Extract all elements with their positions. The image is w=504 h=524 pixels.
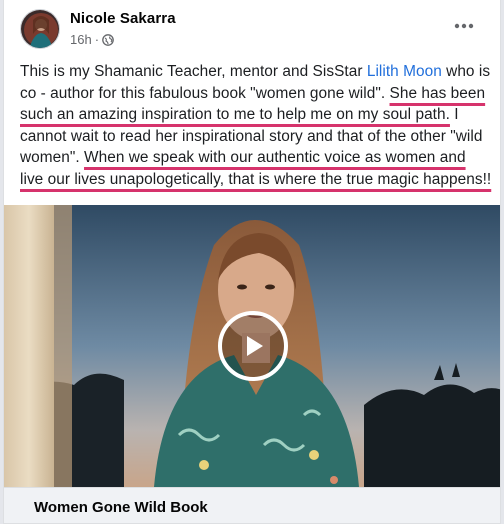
post-timestamp[interactable]: 16h xyxy=(70,32,92,47)
link-preview-title[interactable]: Women Gone Wild Book xyxy=(34,499,208,516)
author-name[interactable]: Nicole Sakarra xyxy=(70,10,176,27)
avatar[interactable] xyxy=(20,9,60,49)
tagged-user-link[interactable]: Lilith Moon xyxy=(367,63,442,80)
meta-separator: · xyxy=(94,32,100,47)
play-icon[interactable] xyxy=(218,311,288,381)
underlined-text: When we speak with our authentic voice a… xyxy=(20,149,492,188)
globe-icon[interactable] xyxy=(102,33,114,46)
post-body: This is my Shamanic Teacher, mentor and … xyxy=(20,61,492,191)
post-meta: 16h · xyxy=(70,32,114,47)
link-preview[interactable]: Women Gone Wild Book xyxy=(4,487,500,523)
post-text-part: This is my Shamanic Teacher, mentor and … xyxy=(20,63,367,80)
more-horizontal-icon[interactable] xyxy=(450,14,478,38)
post-header: Nicole Sakarra 16h · xyxy=(4,0,500,58)
facebook-post: Nicole Sakarra 16h · This is my Shamanic… xyxy=(3,0,501,524)
